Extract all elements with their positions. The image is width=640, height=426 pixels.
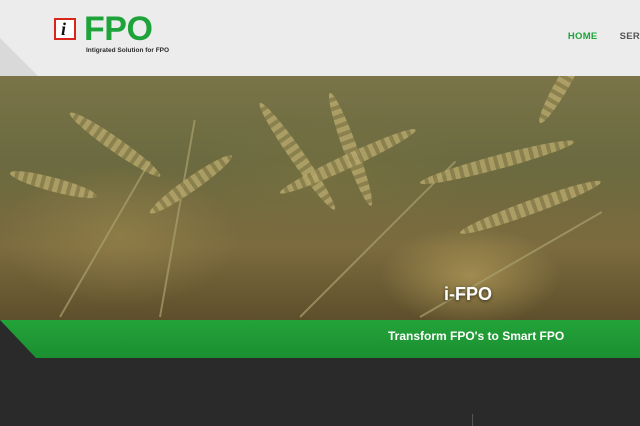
main-nav: HOME SER — [568, 31, 640, 42]
header-corner-decoration — [0, 38, 38, 76]
logo-tagline: Intigrated Solution for FPO — [86, 47, 170, 54]
dark-section — [0, 358, 640, 426]
hero-title: i-FPO — [444, 284, 492, 304]
hero-subtitle: Transform FPO's to Smart FPO — [388, 329, 565, 343]
nav-item-services[interactable]: SER — [620, 31, 640, 42]
site-header: i FPO Intigrated Solution for FPO HOME S… — [0, 0, 640, 76]
footer-divider — [472, 414, 473, 426]
hero-image-wheat — [0, 76, 640, 320]
logo-name: FPO — [84, 10, 153, 48]
nav-item-home[interactable]: HOME — [568, 31, 598, 42]
band-corner-decoration — [0, 320, 36, 358]
logo-i-icon: i — [54, 18, 76, 40]
